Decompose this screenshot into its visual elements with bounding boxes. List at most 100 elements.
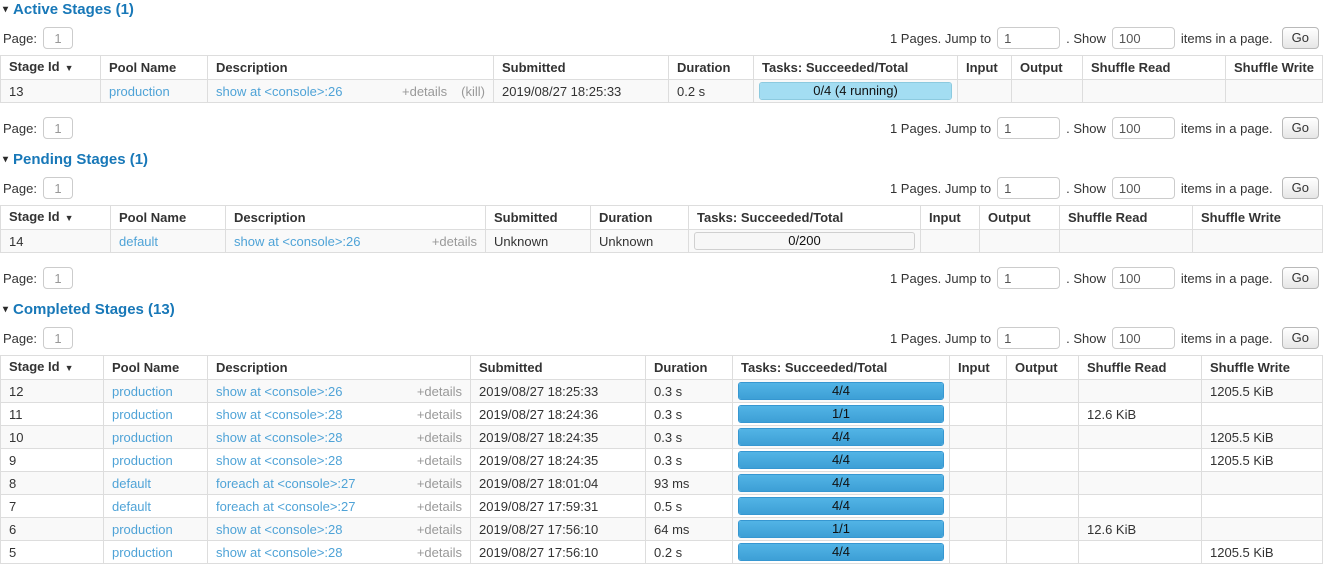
details-toggle[interactable]: +details: [432, 234, 477, 249]
items-per-page-input[interactable]: [1112, 267, 1175, 289]
stage-description-link[interactable]: show at <console>:26: [216, 84, 342, 99]
stage-description-link[interactable]: foreach at <console>:27: [216, 476, 356, 491]
stage-description-link[interactable]: show at <console>:28: [216, 522, 342, 537]
col-header-shuffle-read[interactable]: Shuffle Read: [1079, 356, 1202, 380]
pool-name-link[interactable]: production: [112, 522, 173, 537]
details-toggle[interactable]: +details: [417, 476, 462, 491]
jump-to-page-input[interactable]: [997, 117, 1060, 139]
output-cell: [1007, 495, 1079, 518]
description-cell: foreach at <console>:27 +details: [208, 472, 471, 495]
collapse-arrow-icon: ▾: [3, 152, 8, 167]
stage-description-link[interactable]: show at <console>:26: [234, 234, 360, 249]
page-number-input[interactable]: [43, 267, 73, 289]
stage-description-link[interactable]: foreach at <console>:27: [216, 499, 356, 514]
col-header-shuffle-read[interactable]: Shuffle Read: [1083, 56, 1226, 80]
stage-description-link[interactable]: show at <console>:28: [216, 407, 342, 422]
submitted-cell: 2019/08/27 18:25:33: [471, 380, 646, 403]
items-per-page-input[interactable]: [1112, 177, 1175, 199]
col-header-description[interactable]: Description: [208, 356, 471, 380]
items-per-page-input[interactable]: [1112, 117, 1175, 139]
page-number-input[interactable]: [43, 327, 73, 349]
col-header-description[interactable]: Description: [226, 206, 486, 230]
tasks-progress-label: 4/4: [832, 429, 850, 445]
stage-description-link[interactable]: show at <console>:28: [216, 453, 342, 468]
col-header-pool-name[interactable]: Pool Name: [101, 56, 208, 80]
items-per-page-input[interactable]: [1112, 27, 1175, 49]
stage-description-link[interactable]: show at <console>:28: [216, 430, 342, 445]
jump-to-page-input[interactable]: [997, 267, 1060, 289]
page-number-input[interactable]: [43, 117, 73, 139]
jump-to-page-input[interactable]: [997, 327, 1060, 349]
col-header-tasks-succeeded-total[interactable]: Tasks: Succeeded/Total: [733, 356, 950, 380]
col-header-input[interactable]: Input: [921, 206, 980, 230]
pool-name-link[interactable]: default: [119, 234, 158, 249]
col-header-submitted[interactable]: Submitted: [494, 56, 669, 80]
col-header-shuffle-write[interactable]: Shuffle Write: [1226, 56, 1323, 80]
col-header-pool-name[interactable]: Pool Name: [104, 356, 208, 380]
pool-name-link[interactable]: production: [112, 407, 173, 422]
col-header-label: Output: [988, 210, 1031, 225]
col-header-input[interactable]: Input: [950, 356, 1007, 380]
details-toggle[interactable]: +details: [402, 84, 447, 99]
stage-description-link[interactable]: show at <console>:28: [216, 545, 342, 560]
details-toggle[interactable]: +details: [417, 522, 462, 537]
description-cell: show at <console>:28 +details: [208, 518, 471, 541]
jump-to-page-input[interactable]: [997, 27, 1060, 49]
col-header-stage-id[interactable]: Stage Id▼: [1, 56, 101, 80]
kill-link[interactable]: (kill): [461, 84, 485, 99]
col-header-duration[interactable]: Duration: [669, 56, 754, 80]
pool-name-cell: default: [104, 495, 208, 518]
col-header-stage-id[interactable]: Stage Id▼: [1, 356, 104, 380]
details-toggle[interactable]: +details: [417, 499, 462, 514]
page-number-input[interactable]: [43, 177, 73, 199]
pool-name-link[interactable]: default: [112, 476, 151, 491]
pending-stages-table: Stage Id▼Pool NameDescriptionSubmittedDu…: [0, 205, 1323, 253]
col-header-label: Shuffle Read: [1087, 360, 1166, 375]
col-header-duration[interactable]: Duration: [591, 206, 689, 230]
pool-name-link[interactable]: production: [112, 430, 173, 445]
pool-name-link[interactable]: production: [109, 84, 170, 99]
page-number-input[interactable]: [43, 27, 73, 49]
col-header-shuffle-read[interactable]: Shuffle Read: [1060, 206, 1193, 230]
section-heading-active-stages[interactable]: ▾ Active Stages (1): [3, 2, 1323, 17]
jump-to-page-input[interactable]: [997, 177, 1060, 199]
go-button[interactable]: Go: [1282, 177, 1319, 199]
stage-description-link[interactable]: show at <console>:26: [216, 384, 342, 399]
col-header-duration[interactable]: Duration: [646, 356, 733, 380]
go-button[interactable]: Go: [1282, 27, 1319, 49]
col-header-submitted[interactable]: Submitted: [486, 206, 591, 230]
col-header-pool-name[interactable]: Pool Name: [111, 206, 226, 230]
pool-name-link[interactable]: production: [112, 453, 173, 468]
pool-name-link[interactable]: default: [112, 499, 151, 514]
section-heading-completed-stages[interactable]: ▾ Completed Stages (13): [3, 302, 1323, 317]
details-toggle[interactable]: +details: [417, 453, 462, 468]
col-header-tasks-succeeded-total[interactable]: Tasks: Succeeded/Total: [754, 56, 958, 80]
details-toggle[interactable]: +details: [417, 545, 462, 560]
details-toggle[interactable]: +details: [417, 430, 462, 445]
col-header-shuffle-write[interactable]: Shuffle Write: [1193, 206, 1323, 230]
pool-name-link[interactable]: production: [112, 384, 173, 399]
col-header-description[interactable]: Description: [208, 56, 494, 80]
go-button[interactable]: Go: [1282, 117, 1319, 139]
col-header-shuffle-write[interactable]: Shuffle Write: [1202, 356, 1323, 380]
col-header-tasks-succeeded-total[interactable]: Tasks: Succeeded/Total: [689, 206, 921, 230]
items-per-page-input[interactable]: [1112, 327, 1175, 349]
details-toggle[interactable]: +details: [417, 384, 462, 399]
items-per-page-label: items in a page.: [1181, 121, 1273, 136]
details-toggle[interactable]: +details: [417, 407, 462, 422]
pool-name-link[interactable]: production: [112, 545, 173, 560]
col-header-stage-id[interactable]: Stage Id▼: [1, 206, 111, 230]
sort-arrow-icon: ▼: [65, 213, 74, 223]
go-button[interactable]: Go: [1282, 267, 1319, 289]
col-header-submitted[interactable]: Submitted: [471, 356, 646, 380]
stage-id-cell: 13: [1, 80, 101, 103]
collapse-arrow-icon: ▾: [3, 302, 8, 317]
col-header-label: Input: [958, 360, 990, 375]
section-heading-pending-stages[interactable]: ▾ Pending Stages (1): [3, 152, 1323, 167]
col-header-output[interactable]: Output: [1007, 356, 1079, 380]
go-button[interactable]: Go: [1282, 327, 1319, 349]
col-header-output[interactable]: Output: [980, 206, 1060, 230]
col-header-output[interactable]: Output: [1012, 56, 1083, 80]
col-header-input[interactable]: Input: [958, 56, 1012, 80]
shuffle-write-cell: 1205.5 KiB: [1202, 449, 1323, 472]
